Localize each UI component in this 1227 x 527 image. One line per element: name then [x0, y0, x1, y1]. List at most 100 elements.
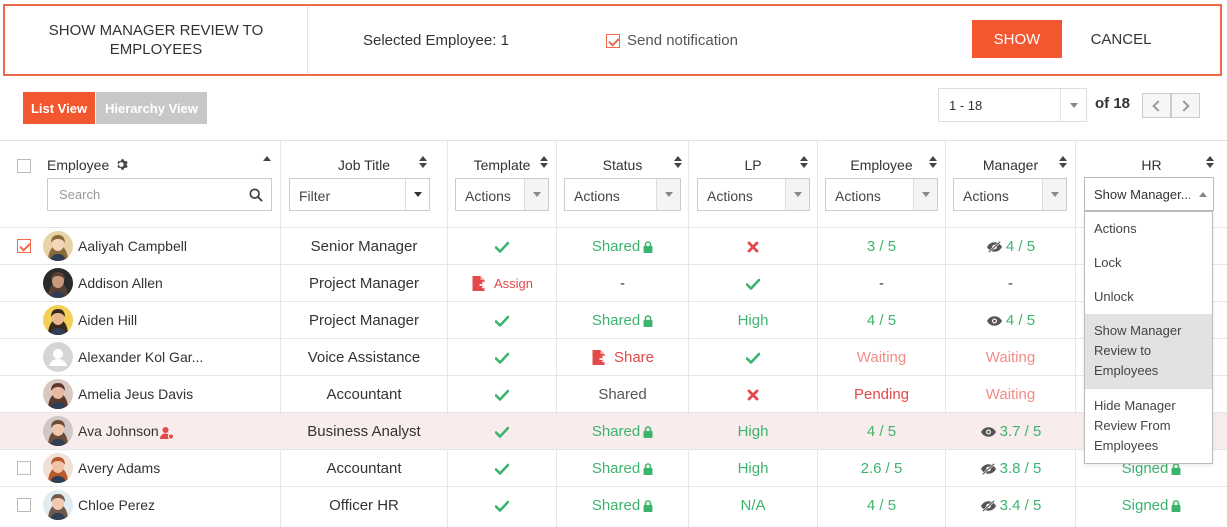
avatar[interactable] — [43, 453, 73, 483]
table-row[interactable]: Amelia Jeus Davis Accountant Shared Pending… — [0, 375, 1227, 412]
show-button[interactable]: SHOW — [972, 20, 1062, 58]
employee-name[interactable]: Ava Johnson — [78, 423, 159, 439]
avatar[interactable] — [43, 268, 73, 298]
table-row[interactable]: Avery Adams Accountant Shared High 2.6 / 5 3.… — [0, 449, 1227, 486]
search-icon[interactable] — [249, 188, 263, 202]
cell-status: Shared — [557, 413, 688, 450]
table-row[interactable]: Alexander Kol Gar... Voice Assistance Shar… — [0, 338, 1227, 375]
avatar[interactable] — [43, 416, 73, 446]
send-notification-checkbox[interactable]: Send notification — [606, 32, 738, 49]
table-row[interactable]: Aiden Hill Project Manager Shared High 4 / 5… — [0, 301, 1227, 338]
checkmark-icon — [495, 463, 509, 475]
sort-icon[interactable] — [929, 156, 937, 170]
employee-table: Employee Job Title Filter — [0, 140, 1227, 523]
gear-icon[interactable] — [116, 158, 129, 171]
sort-icon[interactable] — [263, 156, 271, 170]
table-row[interactable]: Addison Allen Project Manager Assign - - - — [0, 264, 1227, 301]
hr-menu-item[interactable]: Unlock — [1085, 280, 1212, 314]
col-employee-score: Employee Actions — [818, 141, 945, 227]
table-row[interactable]: Ava Johnson Business Analyst Shared High 4 /… — [0, 412, 1227, 449]
document-share-icon — [472, 276, 487, 291]
cell-lp: High — [689, 413, 817, 450]
cell-text: 4 / 5 — [1005, 312, 1036, 329]
manager-actions-value: Actions — [963, 188, 1009, 204]
chevron-right-icon — [1178, 99, 1190, 112]
row-checkbox[interactable] — [17, 239, 31, 253]
cell-status: Share — [557, 339, 688, 376]
hr-menu-item[interactable]: Lock — [1085, 246, 1212, 280]
cell-text: Pending — [853, 386, 910, 403]
avatar[interactable] — [43, 379, 73, 409]
chevron-down-icon — [524, 179, 548, 210]
list-view-button[interactable]: List View — [23, 92, 95, 124]
cell-template — [448, 450, 556, 487]
employee-name[interactable]: Amelia Jeus Davis — [78, 386, 193, 402]
col-employee-label: Employee — [47, 157, 110, 173]
checkmark-icon — [495, 426, 509, 438]
employee-search-input[interactable] — [47, 178, 272, 211]
employee-score-actions-select[interactable]: Actions — [825, 178, 938, 211]
cell-text: 3 / 5 — [866, 238, 897, 255]
user-badge-icon — [160, 427, 174, 440]
bulk-action-bar: SHOW MANAGER REVIEW TO EMPLOYEES Selecte… — [3, 4, 1222, 76]
lp-actions-select[interactable]: Actions — [697, 178, 810, 211]
cell-text: Shared — [591, 312, 641, 329]
cell-text: Waiting — [985, 349, 1036, 366]
manager-actions-select[interactable]: Actions — [953, 178, 1067, 211]
hr-actions-menu: Actions Lock Unlock Show Manager Review to … — [1084, 211, 1213, 464]
avatar[interactable] — [43, 231, 73, 261]
eye-icon — [986, 315, 1002, 326]
hr-menu-item[interactable]: Show Manager Review to Employees — [1085, 314, 1212, 388]
job-title-filter[interactable]: Filter — [289, 178, 430, 211]
cell-employee: Addison Allen — [0, 265, 280, 302]
employee-name[interactable]: Alexander Kol Gar... — [78, 349, 203, 365]
employee-name[interactable]: Chloe Perez — [78, 497, 155, 513]
checkbox-icon[interactable] — [606, 33, 620, 48]
hr-actions-select[interactable]: Show Manager... — [1084, 177, 1214, 211]
select-all-checkbox[interactable] — [17, 159, 31, 173]
table-row[interactable]: Chloe Perez Officer HR Shared N/A 4 / 5 3.4 /… — [0, 486, 1227, 523]
cell-lp: High — [689, 302, 817, 339]
avatar[interactable] — [43, 490, 73, 520]
employee-name[interactable]: Avery Adams — [78, 460, 160, 476]
prev-page-button[interactable] — [1142, 93, 1171, 118]
checkmark-icon — [495, 315, 509, 327]
employee-name[interactable]: Aiden Hill — [78, 312, 137, 328]
avatar[interactable] — [43, 342, 73, 372]
sort-icon[interactable] — [674, 156, 682, 170]
employee-name[interactable]: Addison Allen — [78, 275, 163, 291]
sort-icon[interactable] — [1059, 156, 1067, 170]
send-notification-label: Send notification — [627, 32, 738, 49]
table-row[interactable]: Aaliyah Campbell Senior Manager Shared 3 / … — [0, 227, 1227, 264]
row-checkbox[interactable] — [17, 498, 31, 512]
row-checkbox[interactable] — [17, 461, 31, 475]
cell-employee: Chloe Perez — [0, 487, 280, 524]
status-actions-value: Actions — [574, 188, 620, 204]
col-manager: Manager Actions — [946, 141, 1075, 227]
sort-icon[interactable] — [1206, 156, 1214, 170]
search-input[interactable] — [57, 186, 247, 203]
cell-text: Shared — [591, 423, 641, 440]
sort-icon[interactable] — [540, 156, 548, 170]
status-actions-select[interactable]: Actions — [564, 178, 681, 211]
hierarchy-view-button[interactable]: Hierarchy View — [96, 92, 207, 124]
cell-text: Officer HR — [329, 497, 399, 514]
checkmark-icon — [746, 278, 760, 290]
hr-menu-item[interactable]: Actions — [1085, 212, 1212, 246]
cell-template — [448, 376, 556, 413]
employee-name[interactable]: Aaliyah Campbell — [78, 238, 187, 254]
chevron-down-icon — [1060, 89, 1086, 121]
cell-text: Shared — [591, 497, 641, 514]
sort-icon[interactable] — [419, 156, 427, 170]
cancel-button[interactable]: CANCEL — [1080, 20, 1162, 58]
cell-employee: Aaliyah Campbell — [0, 228, 280, 265]
hr-menu-item[interactable]: Hide Manager Review From Employees — [1085, 388, 1212, 463]
template-actions-select[interactable]: Actions — [455, 178, 549, 211]
next-page-button[interactable] — [1171, 93, 1200, 118]
share-link[interactable]: Share — [591, 349, 654, 366]
assign-link[interactable]: Assign — [471, 275, 533, 292]
cell-text: Accountant — [326, 386, 402, 403]
sort-icon[interactable] — [800, 156, 808, 170]
avatar[interactable] — [43, 305, 73, 335]
page-range-select[interactable]: 1 - 18 — [938, 88, 1087, 122]
